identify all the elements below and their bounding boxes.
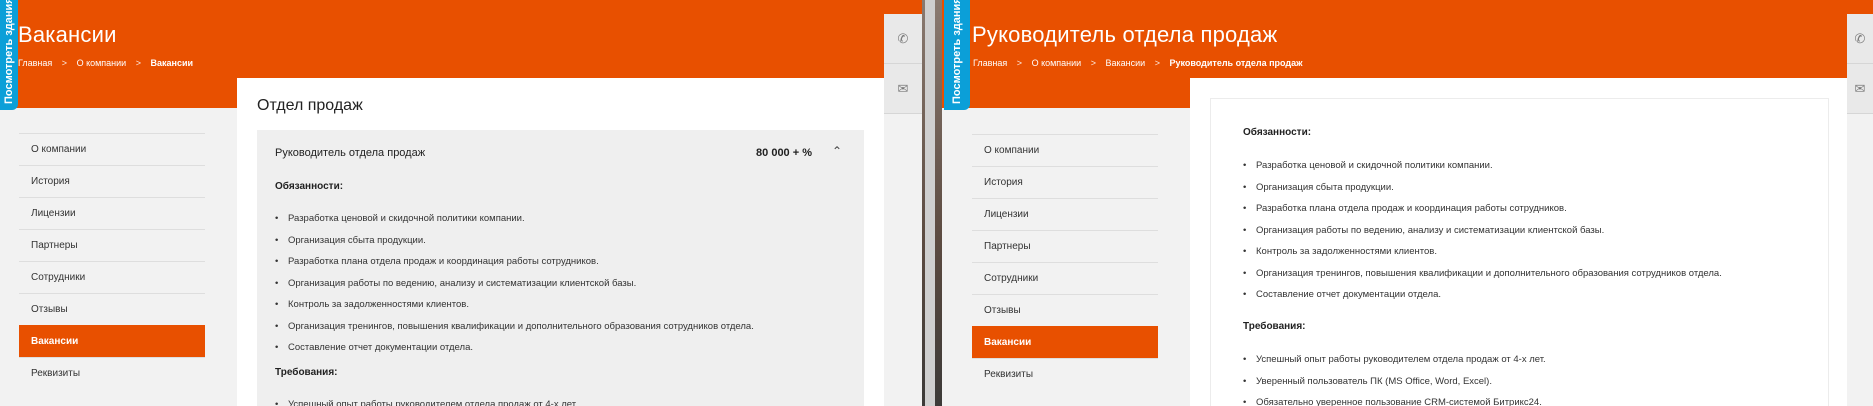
list-item: Организация тренингов, повышения квалифи… bbox=[1243, 267, 1813, 289]
list-item: Организация сбыта продукции. bbox=[1243, 181, 1813, 203]
list-item: Составление отчет документации отдела. bbox=[275, 341, 845, 363]
section-title: Отдел продаж bbox=[257, 97, 363, 114]
page-title: Руководитель отдела продаж bbox=[972, 22, 1278, 47]
chevron-right-icon: > bbox=[135, 58, 141, 68]
phone-icon: ✆ bbox=[897, 30, 909, 46]
list-item: Разработка ценовой и скидочной политики … bbox=[1243, 159, 1813, 181]
content-card: Отдел продаж Руководитель отдела продаж … bbox=[237, 78, 884, 406]
view-buildings-tab[interactable]: Посмотреть здания bbox=[944, 0, 970, 110]
duties-heading: Обязанности: bbox=[1243, 127, 1312, 138]
view-buildings-label: Посмотреть здания bbox=[951, 0, 963, 104]
sidebar-item-requisites[interactable]: Реквизиты bbox=[972, 358, 1158, 390]
list-item: Разработка ценовой и скидочной политики … bbox=[275, 212, 845, 234]
chevron-up-icon[interactable]: ⌃ bbox=[832, 144, 842, 158]
breadcrumb-about[interactable]: О компании bbox=[1032, 58, 1082, 68]
breadcrumb-home[interactable]: Главная bbox=[18, 58, 52, 68]
sidebar-item-reviews[interactable]: Отзывы bbox=[19, 293, 205, 325]
sidebar-item-partners[interactable]: Партнеры bbox=[19, 229, 205, 261]
list-item: Разработка плана отдела продаж и координ… bbox=[275, 255, 845, 277]
list-item: Уверенный пользователь ПК (MS Office, Wo… bbox=[1243, 375, 1813, 397]
phone-icon: ✆ bbox=[1854, 30, 1866, 46]
chevron-right-icon: > bbox=[1154, 58, 1160, 68]
vacancy-title: Руководитель отдела продаж bbox=[275, 147, 426, 159]
vacancy-detail-box: Обязанности: Разработка ценовой и скидоч… bbox=[1210, 98, 1829, 406]
chevron-right-icon: > bbox=[1090, 58, 1096, 68]
sidebar-nav: О компании История Лицензии Партнеры Сот… bbox=[19, 133, 205, 389]
list-item: Организация сбыта продукции. bbox=[275, 234, 845, 256]
duties-list: Разработка ценовой и скидочной политики … bbox=[1243, 159, 1813, 310]
sidebar-item-reviews[interactable]: Отзывы bbox=[972, 294, 1158, 326]
sidebar-item-licenses[interactable]: Лицензии bbox=[19, 197, 205, 229]
sidebar-item-staff[interactable]: Сотрудники bbox=[19, 261, 205, 293]
page-vacancies: Вакансии Главная > О компании > Вакансии… bbox=[0, 0, 922, 406]
list-item: Контроль за задолженностями клиентов. bbox=[1243, 245, 1813, 267]
sidebar-item-vacancies[interactable]: Вакансии bbox=[972, 326, 1158, 358]
sidebar-item-requisites[interactable]: Реквизиты bbox=[19, 357, 205, 389]
breadcrumb-current: Вакансии bbox=[150, 58, 194, 68]
list-item: Обязательно уверенное пользование CRM-си… bbox=[1243, 396, 1813, 406]
sidebar-item-about[interactable]: О компании bbox=[19, 133, 205, 165]
list-item: Организация работы по ведению, анализу и… bbox=[275, 277, 845, 299]
sidebar-item-history[interactable]: История bbox=[972, 166, 1158, 198]
breadcrumb: Главная > О компании > Вакансии > Руково… bbox=[973, 58, 1303, 68]
content-card: Обязанности: Разработка ценовой и скидоч… bbox=[1190, 78, 1847, 406]
duties-heading: Обязанности: bbox=[275, 181, 344, 192]
breadcrumb-vacancies[interactable]: Вакансии bbox=[1106, 58, 1146, 68]
vacancy-header[interactable]: Руководитель отдела продаж 80 000 + % ⌃ bbox=[257, 130, 864, 176]
view-buildings-tab[interactable]: Посмотреть здания bbox=[0, 0, 18, 110]
page-title: Вакансии bbox=[18, 22, 117, 47]
sidebar-nav: О компании История Лицензии Партнеры Сот… bbox=[972, 134, 1158, 390]
breadcrumb-home[interactable]: Главная bbox=[973, 58, 1007, 68]
mail-icon: ✉ bbox=[897, 80, 909, 96]
list-item: Успешный опыт работы руководителем отдел… bbox=[275, 398, 845, 406]
requirements-heading: Требования: bbox=[1243, 321, 1306, 332]
duties-list: Разработка ценовой и скидочной политики … bbox=[275, 212, 845, 363]
mail-icon: ✉ bbox=[1854, 80, 1866, 96]
breadcrumb: Главная > О компании > Вакансии bbox=[18, 58, 193, 68]
chevron-right-icon: > bbox=[61, 58, 68, 68]
list-item: Составление отчет документации отдела. bbox=[1243, 288, 1813, 310]
page-vacancy-detail: Руководитель отдела продаж Главная > О к… bbox=[942, 0, 1873, 406]
list-item: Контроль за задолженностями клиентов. bbox=[275, 298, 845, 320]
breadcrumb-current: Руководитель отдела продаж bbox=[1169, 58, 1303, 68]
view-buildings-label: Посмотреть здания bbox=[3, 0, 15, 104]
vacancy-accordion: Руководитель отдела продаж 80 000 + % ⌃ … bbox=[257, 130, 864, 406]
window-divider bbox=[922, 0, 942, 406]
sidebar-item-vacancies[interactable]: Вакансии bbox=[19, 325, 205, 357]
requirements-heading: Требования: bbox=[275, 367, 338, 378]
breadcrumb-about[interactable]: О компании bbox=[77, 58, 127, 68]
contact-sidebar: ✆ ✉ bbox=[1847, 14, 1873, 114]
sidebar-item-staff[interactable]: Сотрудники bbox=[972, 262, 1158, 294]
mail-button[interactable]: ✉ bbox=[884, 64, 922, 114]
requirements-list: Успешный опыт работы руководителем отдел… bbox=[1243, 353, 1813, 406]
scrollbar[interactable] bbox=[925, 0, 935, 406]
list-item: Разработка плана отдела продаж и координ… bbox=[1243, 202, 1813, 224]
mail-button[interactable]: ✉ bbox=[1847, 64, 1873, 114]
chevron-right-icon: > bbox=[1016, 58, 1023, 68]
phone-button[interactable]: ✆ bbox=[1847, 14, 1873, 64]
list-item: Успешный опыт работы руководителем отдел… bbox=[1243, 353, 1813, 375]
sidebar-item-licenses[interactable]: Лицензии bbox=[972, 198, 1158, 230]
sidebar-item-partners[interactable]: Партнеры bbox=[972, 230, 1158, 262]
vacancy-salary: 80 000 + % bbox=[756, 147, 812, 159]
phone-button[interactable]: ✆ bbox=[884, 14, 922, 64]
sidebar-item-about[interactable]: О компании bbox=[972, 134, 1158, 166]
contact-sidebar: ✆ ✉ bbox=[884, 14, 922, 114]
sidebar-item-history[interactable]: История bbox=[19, 165, 205, 197]
list-item: Организация работы по ведению, анализу и… bbox=[1243, 224, 1813, 246]
list-item: Организация тренингов, повышения квалифи… bbox=[275, 320, 845, 342]
requirements-list: Успешный опыт работы руководителем отдел… bbox=[275, 398, 845, 406]
